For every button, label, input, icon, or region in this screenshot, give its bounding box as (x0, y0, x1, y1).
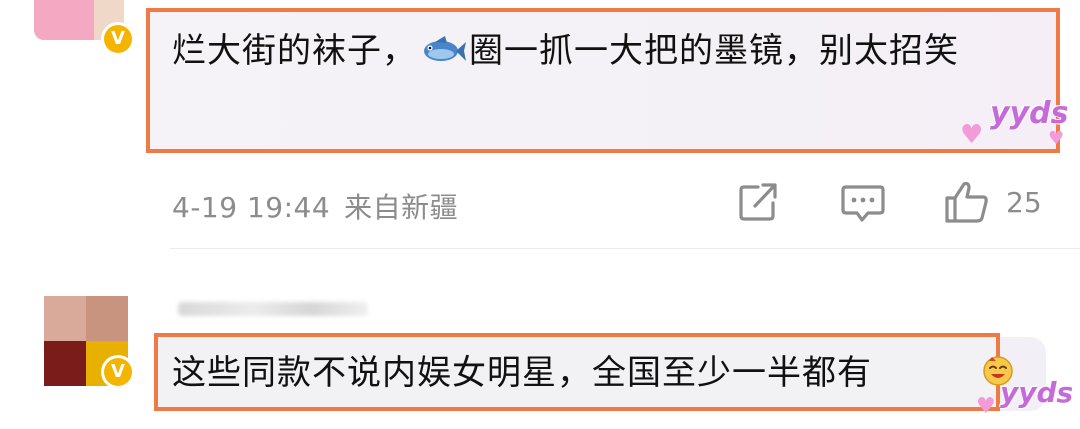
verified-badge-icon: V (101, 355, 135, 389)
verified-badge-icon: V (101, 22, 135, 56)
heart-sticker-icon: ♥ (976, 394, 996, 419)
comment-text: 这些同款不说内娱女明星，全国至少一半都有 (172, 353, 872, 393)
heart-sticker-icon: ♥ (1048, 128, 1065, 149)
yyds-sticker: yyds (1000, 376, 1074, 409)
comment-meta: 4-19 19:44 来自新疆 (172, 186, 458, 226)
share-icon[interactable] (736, 182, 780, 226)
like-count: 25 (1006, 186, 1042, 219)
comment-date: 4-19 19:44 (172, 191, 331, 224)
comment-text: 烂大街的袜子， 圈一抓一大把的墨镜，别太招笑 (172, 24, 1042, 82)
yyds-sticker: yyds (990, 96, 1069, 131)
comment-location: 来自新疆 (344, 191, 459, 224)
blurred-username (178, 302, 368, 316)
divider (170, 248, 1080, 249)
comment-icon[interactable] (840, 183, 886, 227)
comment-bubble[interactable]: 这些同款不说内娱女明星，全国至少一半都有 (154, 333, 1000, 411)
like-icon[interactable] (944, 180, 990, 228)
heart-sticker-icon: ♥ (960, 120, 984, 150)
comment-bubble[interactable]: 烂大街的袜子， 圈一抓一大把的墨镜，别太招笑 (146, 8, 1060, 153)
fish-emoji-icon (419, 28, 467, 82)
